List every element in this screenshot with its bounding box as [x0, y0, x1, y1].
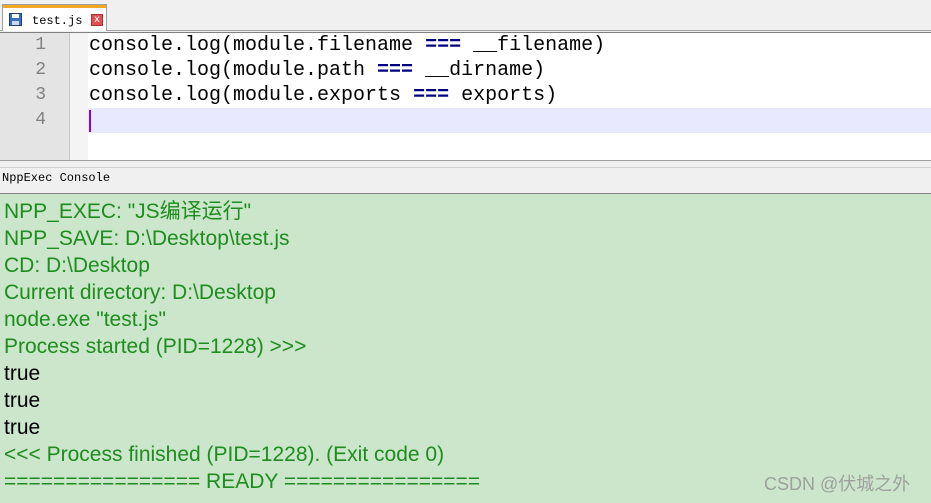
code-editor[interactable]: 1 console.log(module.filename === __file… — [0, 32, 931, 160]
code-segment: __filename) — [461, 34, 606, 57]
operator-token: === — [413, 84, 450, 107]
console-output[interactable]: NPP_EXEC: "JS编译运行" NPP_SAVE: D:\Desktop\… — [0, 193, 931, 503]
console-line: ================ READY ================ — [4, 470, 481, 493]
code-line[interactable]: 3 console.log(module.exports === exports… — [0, 83, 931, 108]
console-line: Process started (PID=1228) >>> — [4, 335, 307, 358]
console-line: <<< Process finished (PID=1228). (Exit c… — [4, 443, 445, 466]
code-segment: __dirname) — [413, 59, 546, 82]
line-number: 1 — [35, 35, 46, 55]
tab-label: test.js — [32, 14, 83, 28]
console-line: NPP_SAVE: D:\Desktop\test.js — [4, 227, 290, 250]
tab-test-js[interactable]: test.js x — [2, 4, 107, 31]
console-output-line: true — [4, 389, 41, 412]
operator-token: === — [377, 59, 414, 82]
code-text[interactable]: console.log(module.path === __dirname) — [89, 58, 545, 83]
line-number: 2 — [35, 60, 46, 80]
line-number: 4 — [35, 110, 46, 130]
code-segment: console.log(module.exports — [89, 84, 414, 107]
panel-splitter[interactable] — [0, 160, 931, 168]
active-tab-indicator — [3, 5, 106, 8]
code-segment: exports) — [449, 84, 558, 107]
console-line: CD: D:\Desktop — [4, 254, 150, 277]
code-segment: console.log(module.filename — [89, 34, 426, 57]
text-caret — [89, 110, 91, 132]
code-text[interactable]: console.log(module.filename === __filena… — [89, 33, 605, 58]
console-line: Current directory: D:\Desktop — [4, 281, 276, 304]
console-output-line: true — [4, 416, 41, 439]
operator-token: === — [425, 34, 462, 57]
console-line: NPP_EXEC: "JS编译运行" — [4, 200, 252, 223]
code-line[interactable]: 1 console.log(module.filename === __file… — [0, 33, 931, 58]
save-icon — [9, 13, 22, 26]
watermark: CSDN @伏城之外 — [764, 474, 911, 494]
code-segment: console.log(module.path — [89, 59, 378, 82]
line-number: 3 — [35, 85, 46, 105]
console-title: NppExec Console — [2, 171, 111, 185]
close-icon[interactable]: x — [91, 14, 103, 26]
code-text[interactable]: console.log(module.exports === exports) — [89, 83, 557, 108]
code-line[interactable]: 2 console.log(module.path === __dirname) — [0, 58, 931, 83]
console-line: node.exe "test.js" — [4, 308, 167, 331]
console-output-line: true — [4, 362, 41, 385]
tab-bar: test.js x — [0, 0, 931, 31]
code-line[interactable]: 4 — [0, 108, 931, 133]
